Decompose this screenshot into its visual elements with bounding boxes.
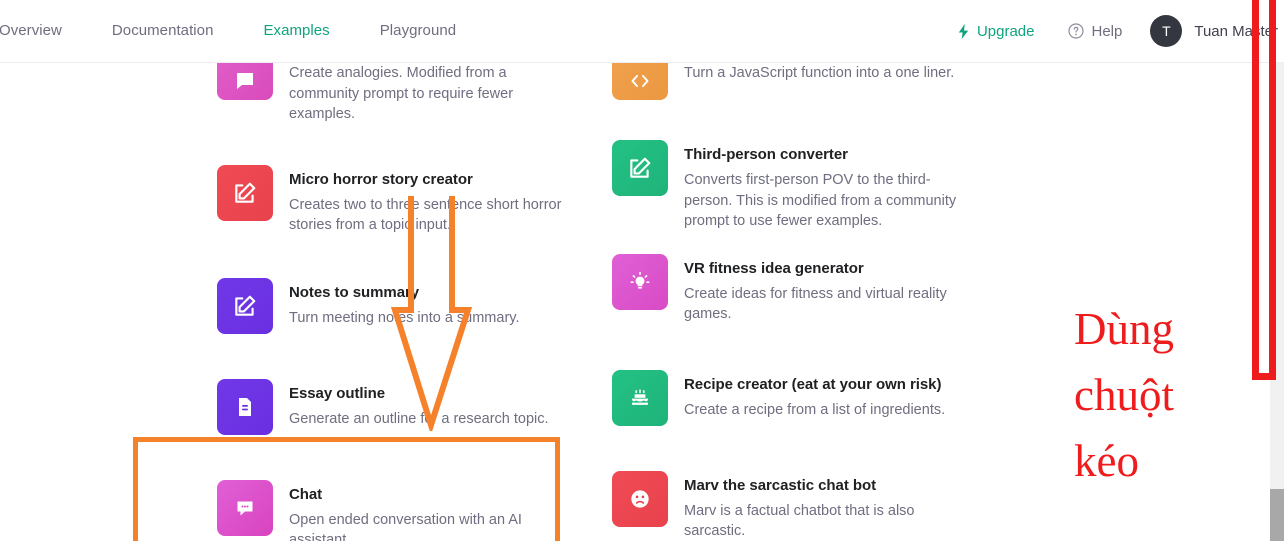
card-icon (217, 480, 273, 536)
card-icon (217, 379, 273, 435)
card-description: Turn a JavaScript function into a one li… (684, 63, 954, 84)
help-button[interactable]: Help (1068, 23, 1150, 40)
page-root: Overview Documentation Examples Playgrou… (0, 0, 1284, 541)
example-card[interactable]: Turn a JavaScript function into a one li… (612, 63, 1072, 100)
example-card[interactable]: Notes to summary Turn meeting notes into… (217, 278, 677, 334)
example-card[interactable]: Create analogies. Modified from a commun… (217, 63, 677, 125)
pencil-square-icon (627, 155, 653, 181)
card-body: Essay outline Generate an outline for a … (289, 379, 549, 430)
card-body: Turn a JavaScript function into a one li… (684, 63, 954, 84)
nav-item-playground[interactable]: Playground (355, 21, 481, 41)
card-icon (612, 63, 668, 100)
lightbulb-icon (627, 269, 653, 295)
card-body: Third-person converter Converts first-pe… (684, 140, 969, 232)
help-label: Help (1091, 23, 1122, 40)
example-card[interactable]: Chat Open ended conversation with an AI … (217, 480, 677, 541)
card-body: Marv the sarcastic chat bot Marv is a fa… (684, 471, 934, 541)
card-description: Create analogies. Modified from a commun… (289, 63, 579, 125)
bolt-icon (957, 24, 970, 39)
card-icon (217, 278, 273, 334)
card-title: Marv the sarcastic chat bot (684, 476, 934, 496)
example-card[interactable]: Marv the sarcastic chat bot Marv is a fa… (612, 471, 1072, 541)
examples-column-left: Create analogies. Modified from a commun… (217, 63, 677, 541)
avatar-initial: T (1162, 23, 1171, 39)
scrollbar-track[interactable] (1270, 63, 1284, 541)
card-body: VR fitness idea generator Create ideas f… (684, 254, 964, 325)
nav-item-documentation[interactable]: Documentation (87, 21, 239, 41)
nav-item-overview[interactable]: Overview (0, 21, 87, 41)
nav-label: Documentation (112, 22, 214, 39)
pencil-square-icon (232, 293, 258, 319)
card-title: VR fitness idea generator (684, 259, 964, 279)
question-circle-icon (1068, 23, 1084, 39)
chat-bubble-icon (233, 496, 257, 520)
examples-column-right: Turn a JavaScript function into a one li… (612, 63, 1072, 541)
examples-grid: Create analogies. Modified from a commun… (0, 63, 1270, 541)
scrollbar-thumb[interactable] (1270, 489, 1284, 541)
card-title: Recipe creator (eat at your own risk) (684, 375, 945, 395)
card-icon (612, 370, 668, 426)
card-title: Essay outline (289, 384, 549, 404)
user-menu[interactable]: T Tuan Master (1150, 15, 1278, 47)
example-card[interactable]: Micro horror story creator Creates two t… (217, 165, 677, 236)
card-body: Recipe creator (eat at your own risk) Cr… (684, 370, 945, 421)
card-body: Create analogies. Modified from a commun… (289, 63, 579, 125)
card-description: Marv is a factual chatbot that is also s… (684, 501, 934, 541)
top-navigation-bar: Overview Documentation Examples Playgrou… (0, 0, 1284, 63)
card-description: Turn meeting notes into a summary. (289, 308, 520, 329)
nav-links: Overview Documentation Examples Playgrou… (0, 21, 481, 41)
card-icon (217, 165, 273, 221)
nav-label: Playground (380, 22, 456, 39)
code-icon (628, 69, 652, 93)
card-description: Creates two to three sentence short horr… (289, 195, 589, 236)
card-title: Micro horror story creator (289, 170, 589, 190)
cake-icon (627, 385, 653, 411)
nav-actions: Upgrade Help T Tuan Master (957, 15, 1284, 47)
card-icon (612, 140, 668, 196)
card-icon (612, 471, 668, 527)
username-label: Tuan Master (1194, 23, 1278, 40)
upgrade-button[interactable]: Upgrade (957, 23, 1069, 40)
chat-bubble-icon (233, 69, 257, 93)
card-title: Third-person converter (684, 145, 969, 165)
card-body: Notes to summary Turn meeting notes into… (289, 278, 520, 329)
example-card[interactable]: Third-person converter Converts first-pe… (612, 140, 1072, 232)
pencil-square-icon (232, 180, 258, 206)
example-card[interactable]: Recipe creator (eat at your own risk) Cr… (612, 370, 1072, 426)
example-card[interactable]: VR fitness idea generator Create ideas f… (612, 254, 1072, 325)
document-icon (233, 395, 257, 419)
avatar: T (1150, 15, 1182, 47)
card-icon (217, 63, 273, 100)
card-body: Chat Open ended conversation with an AI … (289, 480, 539, 541)
nav-label: Examples (263, 22, 329, 39)
nav-label: Overview (0, 22, 62, 39)
card-title: Notes to summary (289, 283, 520, 303)
card-description: Create a recipe from a list of ingredien… (684, 400, 945, 421)
sad-face-icon (627, 486, 653, 512)
upgrade-label: Upgrade (977, 23, 1035, 40)
card-description: Create ideas for fitness and virtual rea… (684, 284, 964, 325)
card-description: Open ended conversation with an AI assis… (289, 510, 539, 541)
card-description: Converts first-person POV to the third-p… (684, 170, 969, 232)
card-description: Generate an outline for a research topic… (289, 409, 549, 430)
card-title: Chat (289, 485, 539, 505)
nav-item-examples[interactable]: Examples (238, 21, 354, 41)
example-card[interactable]: Essay outline Generate an outline for a … (217, 379, 677, 435)
card-body: Micro horror story creator Creates two t… (289, 165, 589, 236)
card-icon (612, 254, 668, 310)
